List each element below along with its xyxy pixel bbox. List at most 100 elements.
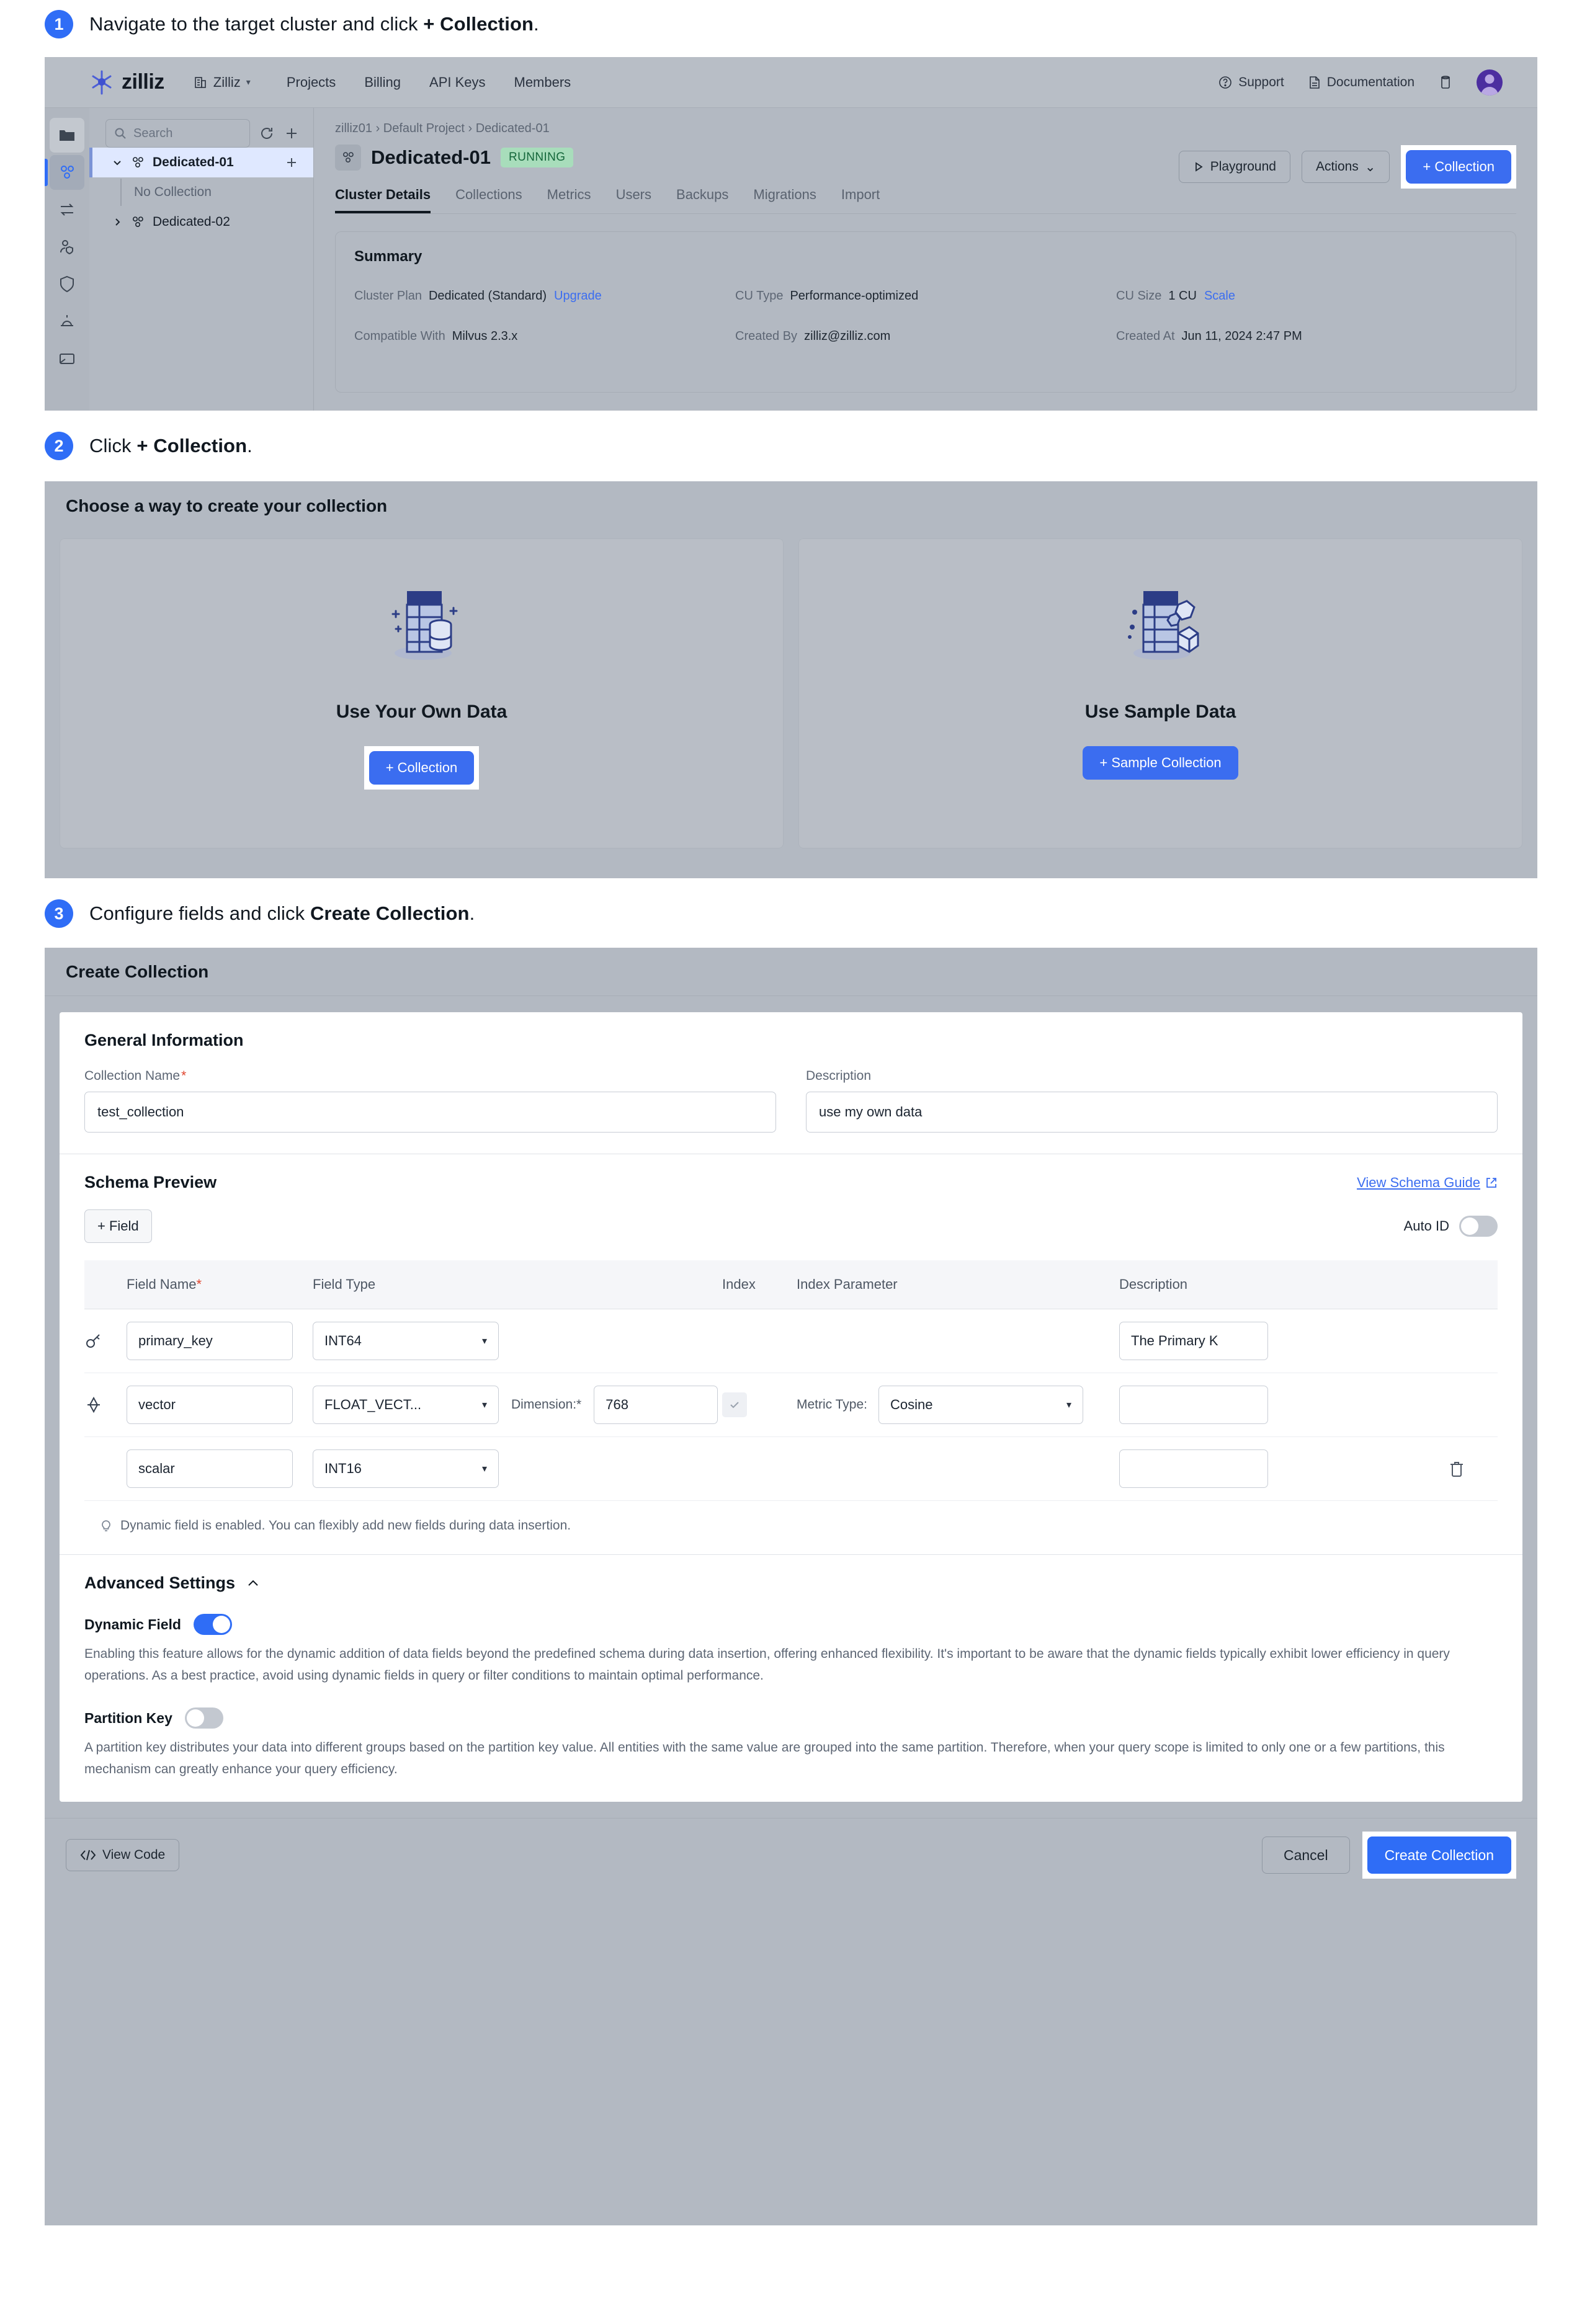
choice-card-own-data[interactable]: Use Your Own Data + Collection	[60, 538, 784, 848]
tab-cluster-details[interactable]: Cluster Details	[335, 187, 431, 213]
choice-card-sample-data[interactable]: Use Sample Data + Sample Collection	[798, 538, 1522, 848]
upgrade-link[interactable]: Upgrade	[554, 289, 602, 303]
index-checkbox[interactable]	[722, 1392, 747, 1417]
tree-item-no-collection: No Collection	[89, 177, 313, 207]
nav-members[interactable]: Members	[514, 74, 571, 91]
description-input[interactable]: use my own data	[806, 1092, 1498, 1133]
console-body: Search Dedicated-01 No Collection Dedica…	[45, 108, 1537, 411]
plus-icon[interactable]	[284, 125, 300, 141]
playground-label: Playground	[1210, 159, 1276, 174]
field-name-input[interactable]: primary_key	[127, 1322, 293, 1360]
partition-key-toggle[interactable]	[184, 1707, 223, 1729]
tree-item-dedicated-02[interactable]: Dedicated-02	[89, 207, 313, 237]
search-input[interactable]: Search	[105, 119, 250, 148]
rail-item-billing[interactable]	[50, 341, 84, 376]
field-type-select[interactable]: INT64 ▾	[313, 1322, 499, 1360]
summary-key: CU Size	[1116, 289, 1162, 303]
metric-type-select[interactable]: Cosine ▾	[878, 1386, 1083, 1424]
description-cell	[1119, 1373, 1448, 1437]
playground-button[interactable]: Playground	[1178, 151, 1290, 183]
auto-id-toggle[interactable]	[1459, 1216, 1498, 1237]
index-parameter-cell	[797, 1436, 1119, 1501]
row-actions-cell	[1448, 1373, 1498, 1437]
choice-card-title: Use Your Own Data	[336, 701, 507, 722]
field-description-input[interactable]	[1119, 1386, 1268, 1424]
field-description-input[interactable]: The Primary K	[1119, 1322, 1268, 1360]
rail-item-migrations[interactable]	[50, 192, 84, 227]
step-1-heading: 1 Navigate to the target cluster and cli…	[0, 0, 1582, 48]
cluster-header-actions: Playground Actions ⌄ + Collection	[1178, 145, 1516, 189]
documentation-link[interactable]: Documentation	[1308, 75, 1414, 90]
nav-api-keys[interactable]: API Keys	[429, 74, 485, 91]
auto-id-label: Auto ID	[1403, 1218, 1449, 1234]
field-description-input[interactable]	[1119, 1449, 1268, 1488]
choice-card-title: Use Sample Data	[1084, 701, 1236, 722]
summary-cu-type: CU Type Performance-optimized	[735, 289, 1116, 303]
chevron-down-icon: ▾	[481, 1464, 487, 1474]
rail-item-alerts[interactable]	[50, 304, 84, 339]
tab-import[interactable]: Import	[841, 187, 880, 213]
general-information-title: General Information	[84, 1031, 244, 1049]
support-link[interactable]: Support	[1218, 75, 1284, 90]
create-collection-button[interactable]: Create Collection	[1367, 1836, 1511, 1874]
key-icon	[84, 1332, 127, 1350]
add-field-button[interactable]: + Field	[84, 1209, 152, 1243]
cancel-button[interactable]: Cancel	[1261, 1836, 1350, 1874]
create-collection-dialog-screenshot: Create Collection General Information Co…	[45, 948, 1537, 2225]
tab-metrics[interactable]: Metrics	[547, 187, 591, 213]
field-type-select[interactable]: INT16 ▾	[313, 1449, 499, 1488]
field-type-select[interactable]: FLOAT_VECT... ▾	[313, 1386, 499, 1424]
add-collection-button[interactable]: + Collection	[1406, 150, 1511, 184]
nav-projects[interactable]: Projects	[287, 74, 336, 91]
summary-value: Performance-optimized	[790, 289, 919, 303]
view-schema-guide-link[interactable]: View Schema Guide	[1357, 1175, 1498, 1191]
chevron-down-icon: ⌄	[1364, 159, 1376, 174]
dynamic-field-toggle[interactable]	[193, 1614, 232, 1635]
col-index-parameter: Index Parameter	[797, 1260, 1119, 1309]
required-marker: *	[576, 1397, 582, 1412]
index-cell	[722, 1309, 797, 1373]
table-row: vector FLOAT_VECT... ▾ Dimension:* 768 M…	[84, 1373, 1498, 1437]
tab-collections[interactable]: Collections	[455, 187, 522, 213]
tab-users[interactable]: Users	[616, 187, 651, 213]
tab-backups[interactable]: Backups	[676, 187, 728, 213]
add-sample-collection-button[interactable]: + Sample Collection	[1083, 746, 1238, 780]
rail-item-projects[interactable]	[50, 118, 84, 153]
step-3-badge: 3	[45, 899, 73, 928]
question-circle-icon	[1218, 75, 1233, 90]
chevron-right-icon	[112, 216, 123, 228]
field-name-cell: vector	[127, 1373, 313, 1437]
nav-billing[interactable]: Billing	[364, 74, 401, 91]
advanced-settings-header[interactable]: Advanced Settings	[84, 1574, 1498, 1593]
step-1-text: Navigate to the target cluster and click…	[89, 13, 539, 35]
trash-icon[interactable]	[1438, 74, 1453, 91]
org-selector[interactable]: Zilliz ▾	[193, 74, 251, 91]
step-1-badge: 1	[45, 10, 73, 38]
summary-key: CU Type	[735, 289, 784, 303]
refresh-icon[interactable]	[259, 125, 275, 141]
add-collection-button[interactable]: + Collection	[369, 751, 475, 785]
advanced-settings-section: Advanced Settings Dynamic Field Enabling…	[60, 1555, 1522, 1802]
field-name-input[interactable]: scalar	[127, 1449, 293, 1488]
add-collection-icon[interactable]	[285, 156, 298, 169]
actions-button[interactable]: Actions ⌄	[1301, 151, 1390, 183]
rail-item-clusters[interactable]	[45, 155, 84, 190]
view-code-button[interactable]: View Code	[66, 1839, 180, 1872]
field-name-input[interactable]: vector	[127, 1386, 293, 1424]
dimension-input[interactable]: 768	[594, 1386, 718, 1424]
brand-logo[interactable]: zilliz	[88, 69, 164, 96]
collection-name-input[interactable]: test_collection	[84, 1092, 776, 1133]
description-label: Description	[806, 1069, 872, 1083]
avatar[interactable]	[1477, 69, 1503, 96]
general-information-section: General Information Collection Name* tes…	[60, 1012, 1522, 1154]
page-title: Dedicated-01	[371, 146, 491, 168]
index-cell	[722, 1436, 797, 1501]
scale-link[interactable]: Scale	[1204, 289, 1235, 303]
summary-value: Dedicated (Standard)	[428, 289, 547, 303]
rail-item-users[interactable]	[50, 229, 84, 264]
tree-item-dedicated-01[interactable]: Dedicated-01	[89, 148, 313, 177]
tab-migrations[interactable]: Migrations	[753, 187, 816, 213]
rail-item-security[interactable]	[50, 267, 84, 301]
delete-row-icon[interactable]	[1448, 1459, 1498, 1478]
top-bar-right: Support Documentation	[1218, 69, 1519, 96]
